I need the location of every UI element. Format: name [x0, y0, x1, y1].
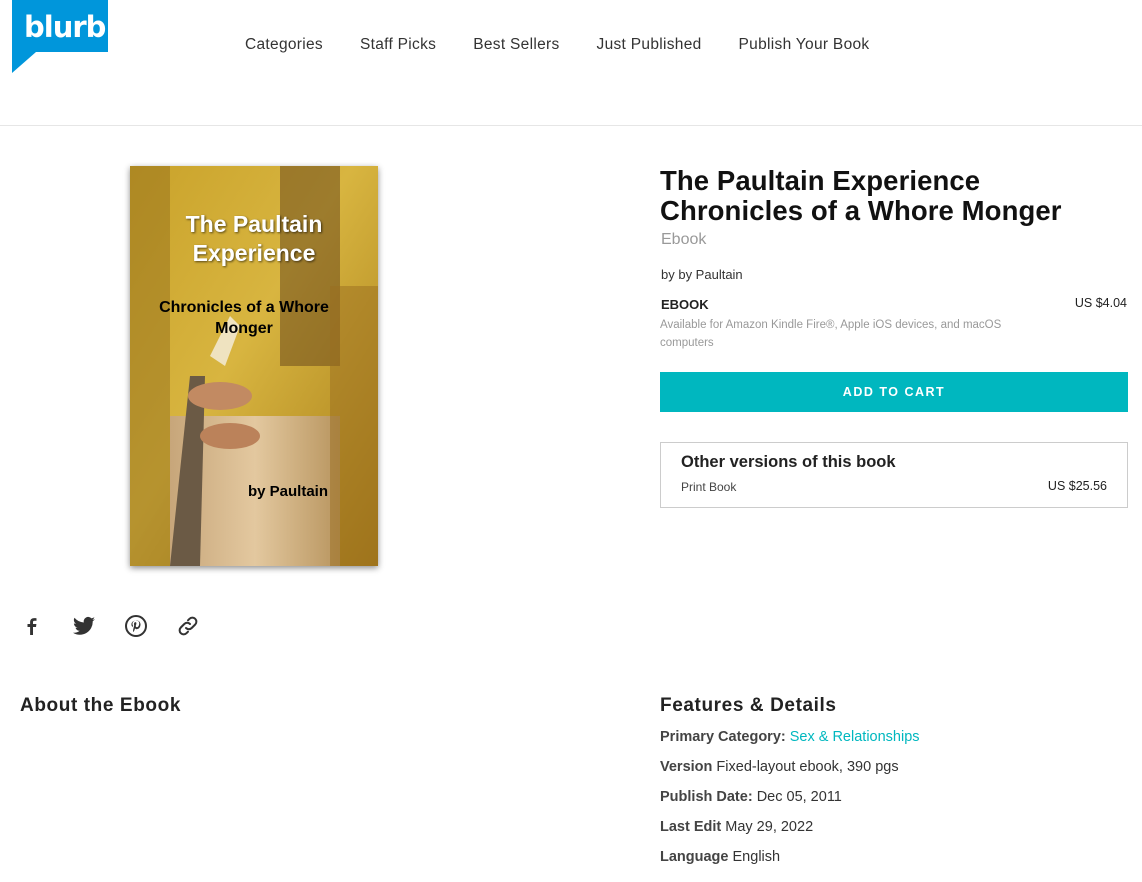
- link-icon[interactable]: [176, 614, 200, 638]
- detail-value: May 29, 2022: [725, 819, 814, 835]
- book-author: by by Paultain: [661, 267, 743, 282]
- detail-label: Last Edit: [660, 819, 722, 835]
- other-versions-box: Other versions of this book Print Book U…: [660, 442, 1128, 508]
- nav-publish-your-book[interactable]: Publish Your Book: [739, 36, 870, 54]
- pinterest-icon[interactable]: [124, 614, 148, 638]
- detail-value: Fixed-layout ebook, 390 pgs: [716, 759, 899, 775]
- book-format: Ebook: [661, 231, 707, 248]
- detail-primary-category: Primary Category: Sex & Relationships: [660, 729, 920, 745]
- nav-categories[interactable]: Categories: [245, 36, 323, 54]
- detail-label: Primary Category:: [660, 729, 786, 745]
- detail-value: Dec 05, 2011: [756, 789, 842, 805]
- detail-label: Publish Date:: [660, 789, 753, 805]
- detail-language: Language English: [660, 849, 780, 865]
- twitter-icon[interactable]: [72, 614, 96, 638]
- book-cover[interactable]: The Paultain Experience Chronicles of a …: [130, 166, 378, 566]
- detail-last-edit: Last Edit May 29, 2022: [660, 819, 813, 835]
- share-bar: [20, 614, 228, 638]
- ebook-availability: Available for Amazon Kindle Fire®, Apple…: [660, 319, 1002, 349]
- cover-subtitle: Chronicles of a Whore Monger: [159, 299, 329, 337]
- detail-label: Language: [660, 849, 729, 865]
- detail-version: Version Fixed-layout ebook, 390 pgs: [660, 759, 899, 775]
- cover-author: by Paultain: [248, 483, 329, 500]
- detail-value: English: [732, 849, 781, 865]
- add-to-cart-button[interactable]: ADD TO CART: [660, 372, 1128, 412]
- category-link[interactable]: Sex & Relationships: [790, 729, 920, 745]
- ebook-price: US $4.04: [1074, 296, 1127, 310]
- cover-title: The Paultain Experience: [185, 211, 323, 266]
- logo-text: blurb: [24, 10, 106, 44]
- nav-just-published[interactable]: Just Published: [597, 36, 702, 54]
- facebook-icon[interactable]: [20, 614, 44, 638]
- detail-publish-date: Publish Date: Dec 05, 2011: [660, 789, 842, 805]
- blurb-logo[interactable]: blurb: [12, 0, 108, 73]
- ebook-label: EBOOK: [661, 297, 709, 312]
- nav-best-sellers[interactable]: Best Sellers: [473, 36, 559, 54]
- site-header: blurb Categories Staff Picks Best Seller…: [0, 0, 1142, 126]
- other-versions-title: Other versions of this book: [681, 453, 896, 471]
- version-print-book-link[interactable]: Print Book: [681, 480, 736, 494]
- about-heading: About the Ebook: [20, 695, 181, 716]
- version-print-book-price: US $25.56: [1047, 479, 1107, 493]
- book-title: The Paultain Experience Chronicles of a …: [660, 165, 1062, 226]
- detail-label: Version: [660, 759, 713, 775]
- main-nav: Categories Staff Picks Best Sellers Just…: [245, 36, 906, 54]
- nav-staff-picks[interactable]: Staff Picks: [360, 36, 436, 54]
- features-heading: Features & Details: [660, 695, 837, 716]
